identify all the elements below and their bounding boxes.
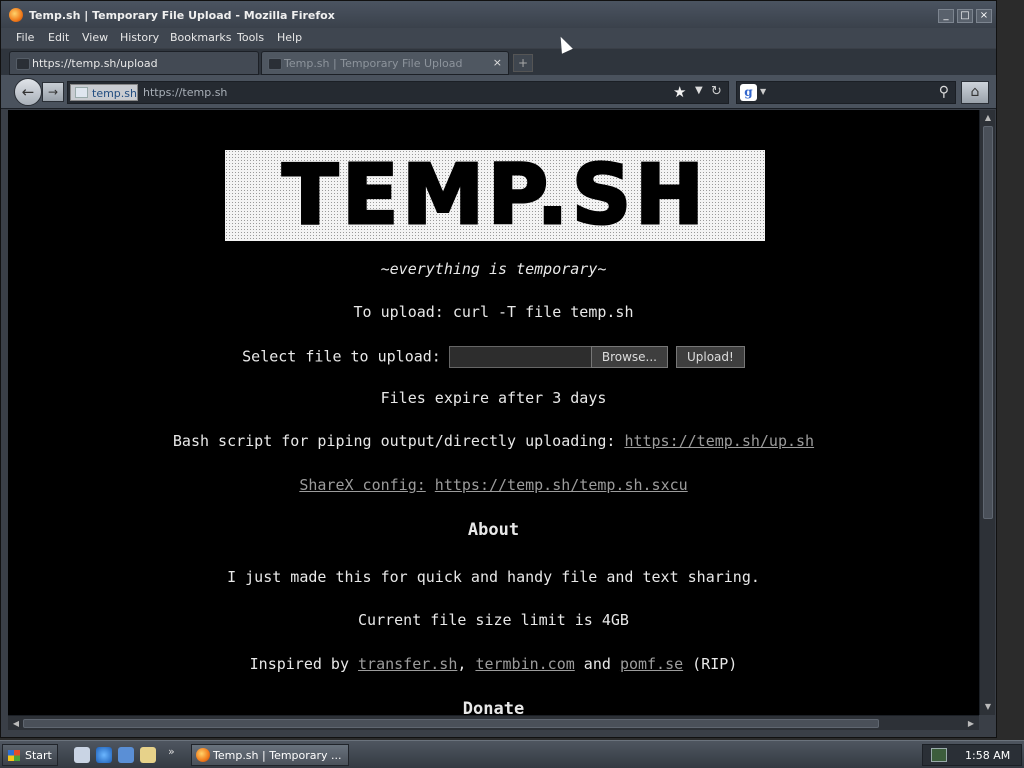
address-bar[interactable]: temp.sh https://temp.sh ★ ▼ ↻ <box>67 81 729 104</box>
site-identity-button[interactable]: temp.sh <box>70 84 138 101</box>
start-label: Start <box>25 749 52 762</box>
search-box[interactable]: g ▼ ⚲ <box>736 81 956 104</box>
reload-icon[interactable]: ↻ <box>711 84 722 99</box>
termbin-link[interactable]: termbin.com <box>475 655 574 673</box>
start-button[interactable]: Start <box>2 744 58 766</box>
menu-file[interactable]: File <box>16 31 34 44</box>
expiry-note: Files expire after 3 days <box>380 389 607 407</box>
page-icon <box>75 87 88 98</box>
horizontal-scrollbar[interactable]: ◀ ▶ <box>8 715 979 730</box>
vertical-scroll-thumb[interactable] <box>983 126 993 519</box>
menu-bookmarks[interactable]: Bookmarks <box>170 31 231 44</box>
bash-script-label: Bash script for piping output/directly u… <box>172 432 625 450</box>
search-icon[interactable]: ⚲ <box>939 84 949 100</box>
page-icon <box>16 58 30 70</box>
transfer-sh-link[interactable]: transfer.sh <box>358 655 457 673</box>
firefox-logo-icon <box>196 748 210 762</box>
page-content: TEMP.SH ~everything is temporary~ To upl… <box>8 110 979 715</box>
bash-script-line: Bash script for piping output/directly u… <box>8 432 979 450</box>
browse-button[interactable]: Browse... <box>590 346 668 368</box>
size-limit-text: Current file size limit is 4GB <box>358 611 629 629</box>
select-file-label: Select file to upload: <box>242 347 441 366</box>
inspired-suffix: (RIP) <box>683 655 738 673</box>
close-tab-icon[interactable]: × <box>493 56 502 69</box>
tab-temp-sh[interactable]: Temp.sh | Temporary File Upload × <box>261 51 509 75</box>
clock[interactable]: 1:58 AM <box>965 749 1010 762</box>
scroll-down-icon[interactable]: ▼ <box>982 701 994 713</box>
inspired-line: Inspired by transfer.sh, termbin.com and… <box>8 655 979 673</box>
firefox-task-button[interactable]: Temp.sh | Temporary ... <box>191 744 349 766</box>
scroll-up-icon[interactable]: ▲ <box>982 112 994 124</box>
outlook-icon[interactable] <box>118 747 134 763</box>
history-dropdown-icon[interactable]: ▼ <box>695 85 703 96</box>
network-icon[interactable] <box>931 748 947 762</box>
tab-label: https://temp.sh/upload <box>32 57 158 70</box>
inspired-separator: and <box>574 655 620 673</box>
about-text: I just made this for quick and handy fil… <box>227 568 760 586</box>
new-tab-button[interactable]: + <box>513 54 533 72</box>
system-tray: 1:58 AM <box>922 744 1022 766</box>
bash-script-link[interactable]: https://temp.sh/up.sh <box>624 432 814 450</box>
home-button[interactable]: ⌂ <box>961 81 989 104</box>
navigation-toolbar: ← → temp.sh https://temp.sh ★ ▼ ↻ g ▼ ⚲ … <box>1 75 996 109</box>
menu-help[interactable]: Help <box>277 31 302 44</box>
vertical-scrollbar[interactable]: ▲ ▼ <box>979 110 995 715</box>
internet-explorer-icon[interactable] <box>96 747 112 763</box>
curl-instruction: To upload: curl -T file temp.sh <box>353 303 634 321</box>
scroll-left-icon[interactable]: ◀ <box>10 718 22 729</box>
quicklaunch-more-icon[interactable]: » <box>168 745 175 758</box>
maximize-button[interactable]: □ <box>957 9 973 23</box>
inspired-separator: , <box>457 655 476 673</box>
show-desktop-icon[interactable] <box>74 747 90 763</box>
donate-heading: Donate <box>462 699 525 715</box>
window-title: Temp.sh | Temporary File Upload - Mozill… <box>29 9 335 22</box>
upload-form: Select file to upload: Browse... Upload! <box>8 346 979 368</box>
back-button[interactable]: ← <box>14 78 42 106</box>
window-controls: _ □ × <box>938 9 992 23</box>
firefox-logo-icon <box>9 8 23 22</box>
browser-window: Temp.sh | Temporary File Upload - Mozill… <box>0 0 997 738</box>
tab-strip: https://temp.sh/upload Temp.sh | Tempora… <box>1 49 996 75</box>
close-button[interactable]: × <box>976 9 992 23</box>
scroll-right-icon[interactable]: ▶ <box>965 718 977 729</box>
minimize-button[interactable]: _ <box>938 9 954 23</box>
task-label: Temp.sh | Temporary ... <box>213 749 342 762</box>
url-text[interactable]: https://temp.sh <box>143 86 227 99</box>
sharex-config-link[interactable]: ShareX config: <box>299 476 425 494</box>
page-icon <box>268 58 282 70</box>
menu-history[interactable]: History <box>120 31 159 44</box>
tagline: ~everything is temporary~ <box>380 260 607 278</box>
menu-bar: File Edit View History Bookmarks Tools H… <box>1 28 996 48</box>
taskbar: Start » Temp.sh | Temporary ... 1:58 AM <box>0 740 1024 768</box>
inspired-prefix: Inspired by <box>249 655 359 673</box>
menu-edit[interactable]: Edit <box>48 31 69 44</box>
tab-label: Temp.sh | Temporary File Upload <box>284 57 463 70</box>
explorer-icon[interactable] <box>140 747 156 763</box>
engine-dropdown-icon[interactable]: ▼ <box>760 87 766 96</box>
menu-tools[interactable]: Tools <box>237 31 264 44</box>
menu-view[interactable]: View <box>82 31 108 44</box>
forward-button[interactable]: → <box>42 82 64 102</box>
horizontal-scroll-thumb[interactable] <box>23 719 879 728</box>
file-path-field[interactable] <box>448 346 592 368</box>
logo-text: TEMP.SH <box>281 148 708 243</box>
sharex-file-link[interactable]: https://temp.sh/temp.sh.sxcu <box>435 476 688 494</box>
sharex-line: ShareX config: https://temp.sh/temp.sh.s… <box>8 476 979 494</box>
pomf-link[interactable]: pomf.se <box>620 655 683 673</box>
tab-upload[interactable]: https://temp.sh/upload <box>9 51 259 75</box>
google-engine-icon[interactable]: g <box>740 84 757 101</box>
temp-sh-logo: TEMP.SH <box>225 148 765 243</box>
upload-button[interactable]: Upload! <box>675 346 745 368</box>
site-identity-label: temp.sh <box>92 87 137 100</box>
bookmark-star-icon[interactable]: ★ <box>673 83 686 101</box>
title-bar[interactable]: Temp.sh | Temporary File Upload - Mozill… <box>1 1 996 28</box>
windows-logo-icon <box>8 750 20 761</box>
about-heading: About <box>467 520 520 540</box>
